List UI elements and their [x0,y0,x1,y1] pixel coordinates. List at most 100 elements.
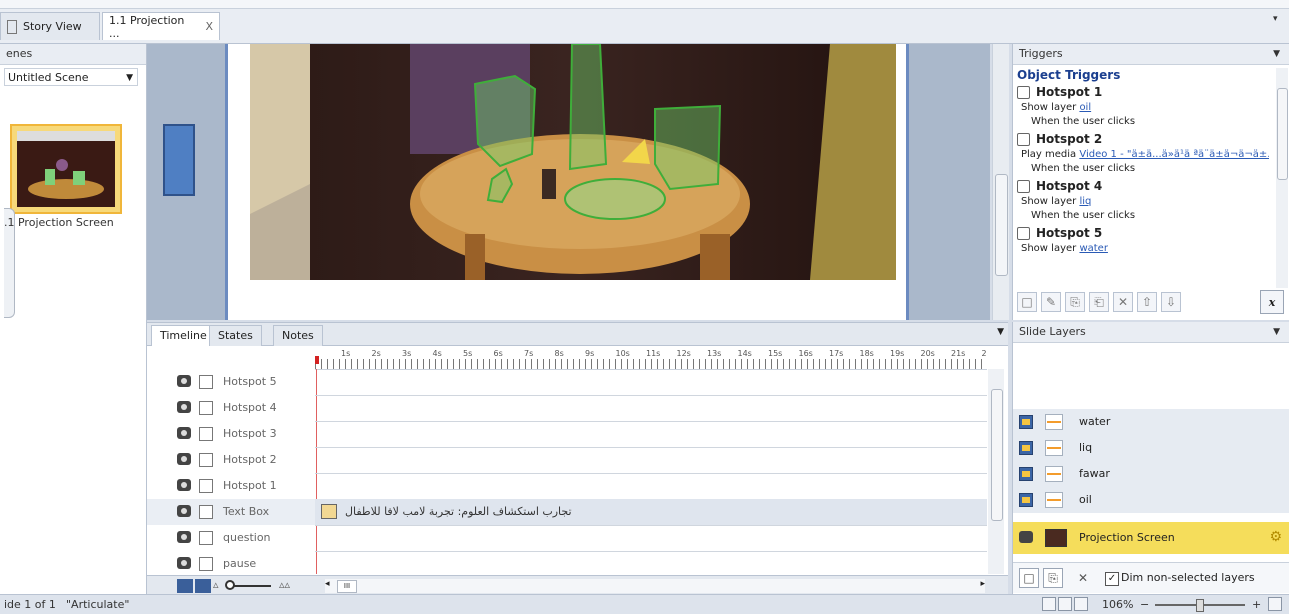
triggers-scroll-thumb[interactable] [1277,88,1288,180]
scroll-right-icon[interactable]: ▸ [980,579,985,589]
base-layer[interactable]: Projection Screen ⚙ [1013,522,1289,554]
trigger-action[interactable]: Show layer water [1021,242,1269,256]
trigger-target-link[interactable]: liq [1079,196,1091,207]
hscroll-thumb[interactable]: III [337,580,357,593]
normal-view-icon[interactable] [1042,597,1056,611]
trigger-action[interactable]: Show layer oil [1021,101,1269,115]
layer-visibility-icon[interactable] [1019,467,1033,481]
timeline-row-bar[interactable] [315,421,987,447]
layer-visibility-icon[interactable] [1019,441,1033,455]
eye-icon[interactable] [177,557,191,569]
gear-icon[interactable]: ⚙ [1269,529,1282,545]
scene-dropdown[interactable]: Untitled Scene ▼ [4,68,138,86]
move-up-button[interactable]: ⇧ [1137,292,1157,312]
new-trigger-button[interactable]: □ [1017,292,1037,312]
timeline-row[interactable]: Hotspot 3 [147,421,987,448]
timeline-ruler[interactable]: 1s 2s 3s 4s 5s 6s 7s 8s 9s 10s 11s 12s 13s 14s 15s 16s 1… [315,347,987,370]
video-frame[interactable] [250,44,896,280]
zoom-in-icon[interactable]: + [1252,595,1261,614]
slide-thumbnail[interactable] [10,124,122,214]
move-down-button[interactable]: ⇩ [1161,292,1181,312]
zoom-knob[interactable] [225,580,235,590]
chevron-down-icon[interactable]: ▼ [997,327,1004,337]
timeline-row[interactable]: question [147,525,987,552]
eye-icon[interactable] [177,531,191,543]
lock-checkbox[interactable] [199,531,213,545]
timeline-row-bar[interactable] [315,551,987,577]
layer-item[interactable]: oil [1013,487,1289,514]
layer-item[interactable]: fawar [1013,461,1289,488]
tab-projection[interactable]: 1.1 Projection ... X [102,12,220,40]
timeline-row-bar[interactable] [315,447,987,473]
tab-notes[interactable]: Notes [273,325,323,346]
trigger-hotspot-4[interactable]: Hotspot 4 [1017,179,1269,193]
timeline-row-bar[interactable] [315,525,987,551]
trigger-action[interactable]: Show layer liq [1021,195,1269,209]
blue-rectangle-shape[interactable] [163,124,195,196]
lock-checkbox[interactable] [199,427,213,441]
eye-icon[interactable] [177,401,191,413]
trigger-hotspot-1[interactable]: Hotspot 1 [1017,85,1269,99]
fit-window-icon[interactable] [1268,597,1282,611]
duplicate-layer-button[interactable]: ⎘ [1043,568,1063,588]
preview-icon[interactable] [1074,597,1088,611]
eye-icon[interactable] [177,505,191,517]
timeline-scrollbar[interactable] [988,369,1004,574]
layer-visibility-icon[interactable] [1019,415,1033,429]
tab-states[interactable]: States [209,325,262,346]
lock-checkbox[interactable] [199,479,213,493]
timeline-row[interactable]: Text Box تجارب استكشاف العلوم: تجربة لامب… [147,499,987,526]
stage-scrollbar[interactable] [992,44,1009,320]
timeline-scroll-thumb[interactable] [991,389,1003,521]
timeline-hscroll[interactable]: ◂ III ▸ [325,579,985,593]
paste-trigger-button[interactable]: ⎗ [1089,292,1109,312]
eye-icon[interactable] [177,479,191,491]
trigger-hotspot-5[interactable]: Hotspot 5 [1017,226,1269,240]
layer-item[interactable]: liq [1013,435,1289,462]
slide-sorter-icon[interactable] [1058,597,1072,611]
chevron-down-icon[interactable]: ▼ [1273,322,1280,342]
dim-layers-checkbox[interactable]: ✓ [1105,572,1119,586]
new-layer-button[interactable]: □ [1019,568,1039,588]
triggers-scrollbar[interactable] [1276,68,1288,288]
timeline-row[interactable]: pause [147,551,987,578]
stop-button[interactable] [195,579,211,593]
eye-icon[interactable] [177,453,191,465]
chevron-down-icon[interactable]: ▼ [1273,44,1280,64]
layer-item[interactable]: water [1013,409,1289,436]
tab-story-view[interactable]: Story View [0,12,100,40]
lock-checkbox[interactable] [199,557,213,571]
lock-checkbox[interactable] [199,505,213,519]
trigger-target-link[interactable]: oil [1079,102,1091,113]
stage-scroll-thumb[interactable] [995,174,1008,276]
timeline-row-bar[interactable] [315,473,987,499]
lock-checkbox[interactable] [199,453,213,467]
zoom-slider-knob[interactable] [1196,599,1204,612]
trigger-target-link[interactable]: water [1079,243,1108,254]
timeline-row-bar[interactable] [315,369,987,395]
timeline-row[interactable]: Hotspot 4 [147,395,987,422]
lock-checkbox[interactable] [199,401,213,415]
timeline-row[interactable]: Hotspot 2 [147,447,987,474]
trigger-action[interactable]: Play media Video 1 - "ä±ä...ä»ä¹ä ªä¨ä±ä… [1021,148,1269,162]
eye-icon[interactable] [1019,531,1033,543]
timeline-row[interactable]: Hotspot 1 [147,473,987,500]
trigger-hotspot-2[interactable]: Hotspot 2 [1017,132,1269,146]
layer-visibility-icon[interactable] [1019,493,1033,507]
copy-trigger-button[interactable]: ⎘ [1065,292,1085,312]
timeline-row-bar[interactable]: تجارب استكشاف العلوم: تجربة لامب لافا لل… [315,499,987,525]
edit-trigger-button[interactable]: ✎ [1041,292,1061,312]
close-icon[interactable]: X [205,20,213,33]
variables-button[interactable]: x [1260,290,1284,314]
scroll-left-icon[interactable]: ◂ [325,579,330,589]
timeline-row[interactable]: Hotspot 5 [147,369,987,396]
timeline-row-bar[interactable] [315,395,987,421]
tab-timeline[interactable]: Timeline [151,325,216,346]
delete-trigger-button[interactable]: ✕ [1113,292,1133,312]
eye-icon[interactable] [177,375,191,387]
delete-layer-button[interactable]: ✕ [1073,568,1093,588]
trigger-target-link[interactable]: Video 1 - "ä±ä...ä»ä¹ä ªä¨ä±ä¬ä¬ä±... [1079,149,1269,160]
zoom-out-icon[interactable]: − [1140,595,1149,614]
lock-checkbox[interactable] [199,375,213,389]
playhead[interactable] [315,356,319,364]
